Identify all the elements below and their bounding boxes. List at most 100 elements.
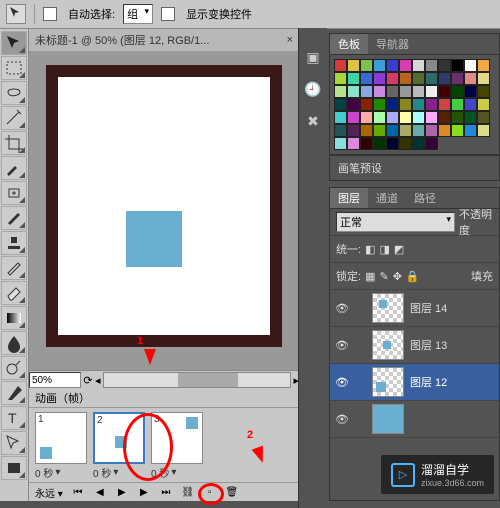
swatch[interactable] (334, 72, 347, 85)
move-tool[interactable] (1, 31, 27, 55)
next-frame-icon[interactable]: ▶ (137, 485, 151, 499)
tab-channels[interactable]: 通道 (368, 188, 406, 208)
unify-icon-3[interactable]: ◩ (394, 243, 404, 256)
swatch[interactable] (412, 124, 425, 137)
blend-mode-dropdown[interactable]: 正常 (336, 212, 455, 232)
gradient-tool[interactable] (1, 306, 27, 330)
type-tool[interactable]: T (1, 406, 27, 430)
auto-select-dropdown[interactable]: 组 (123, 4, 153, 24)
swatch[interactable] (412, 98, 425, 111)
frame-time[interactable]: 0 秒 (35, 465, 87, 480)
swatch[interactable] (438, 111, 451, 124)
swatch[interactable] (425, 124, 438, 137)
swatch[interactable] (477, 124, 490, 137)
unify-icon-2[interactable]: ◨ (379, 243, 389, 256)
unify-icon-1[interactable]: ◧ (365, 243, 375, 256)
swatch[interactable] (477, 111, 490, 124)
swatch[interactable] (386, 111, 399, 124)
swatch[interactable] (425, 137, 438, 150)
swatch[interactable] (464, 98, 477, 111)
swatch[interactable] (451, 85, 464, 98)
swatch[interactable] (373, 72, 386, 85)
tween-icon[interactable]: ⛓ (181, 485, 195, 499)
stamp-tool[interactable] (1, 231, 27, 255)
swatch[interactable] (360, 72, 373, 85)
marquee-tool[interactable] (1, 56, 27, 80)
swatch[interactable] (386, 98, 399, 111)
swatch[interactable] (373, 98, 386, 111)
crop-tool[interactable] (1, 131, 27, 155)
lock-trans-icon[interactable]: ▦ (365, 270, 375, 283)
swatch[interactable] (386, 124, 399, 137)
swatch[interactable] (373, 111, 386, 124)
swatch[interactable] (373, 137, 386, 150)
pen-tool[interactable] (1, 381, 27, 405)
doc-tab-title[interactable]: 未标题-1 @ 50% (图层 12, RGB/1... (35, 32, 209, 48)
play-icon[interactable]: ▶ (115, 485, 129, 499)
wand-tool[interactable] (1, 106, 27, 130)
layer-row[interactable]: 👁图层 14 (330, 290, 499, 327)
lock-all-icon[interactable]: 🔒 (406, 270, 420, 283)
swatch[interactable] (347, 98, 360, 111)
swatch[interactable] (399, 85, 412, 98)
swatch[interactable] (412, 59, 425, 72)
auto-select-checkbox[interactable] (43, 7, 57, 21)
swatch[interactable] (399, 137, 412, 150)
swatch[interactable] (464, 59, 477, 72)
swatch[interactable] (334, 59, 347, 72)
swatch[interactable] (477, 72, 490, 85)
canvas-area[interactable] (29, 51, 299, 370)
swatch[interactable] (451, 124, 464, 137)
zoom-handle-icon[interactable]: ⟳ (81, 374, 95, 387)
swatch[interactable] (373, 124, 386, 137)
doc-close-icon[interactable]: × (287, 34, 293, 46)
swatch[interactable] (425, 59, 438, 72)
scroll-left-icon[interactable]: ◂ (95, 374, 101, 387)
lock-paint-icon[interactable]: ✎ (379, 270, 388, 283)
layer-row[interactable]: 👁图层 12 (330, 364, 499, 401)
tab-layers[interactable]: 图层 (330, 188, 368, 208)
swatch[interactable] (464, 72, 477, 85)
layer-thumb[interactable] (372, 367, 404, 397)
swatch[interactable] (438, 98, 451, 111)
swatch[interactable] (451, 72, 464, 85)
swatch[interactable] (425, 111, 438, 124)
prev-frame-icon[interactable]: ◀ (93, 485, 107, 499)
swatch[interactable] (477, 98, 490, 111)
show-transform-checkbox[interactable] (161, 7, 175, 21)
swatch[interactable] (425, 72, 438, 85)
swatch[interactable] (334, 85, 347, 98)
swatch[interactable] (360, 137, 373, 150)
swatch[interactable] (425, 85, 438, 98)
swatch[interactable] (334, 137, 347, 150)
path-tool[interactable] (1, 431, 27, 455)
tab-paths[interactable]: 路径 (406, 188, 444, 208)
visibility-icon[interactable]: 👁 (334, 411, 350, 427)
tab-swatches[interactable]: 色板 (330, 34, 368, 54)
layer-thumb[interactable] (372, 404, 404, 434)
swatch[interactable] (425, 98, 438, 111)
move-tool-icon[interactable] (6, 4, 26, 24)
blur-tool[interactable] (1, 331, 27, 355)
delete-frame-icon[interactable]: 🗑 (225, 485, 239, 499)
swatch[interactable] (347, 85, 360, 98)
swatch[interactable] (373, 59, 386, 72)
swatch[interactable] (373, 85, 386, 98)
swatch[interactable] (360, 111, 373, 124)
layer-thumb[interactable] (372, 293, 404, 323)
history-brush-tool[interactable] (1, 256, 27, 280)
heal-tool[interactable] (1, 181, 27, 205)
swatch[interactable] (347, 59, 360, 72)
swatch[interactable] (334, 98, 347, 111)
swatch[interactable] (477, 85, 490, 98)
swatch[interactable] (386, 59, 399, 72)
h-scrollbar[interactable] (103, 372, 292, 388)
swatch[interactable] (347, 111, 360, 124)
swatch[interactable] (360, 98, 373, 111)
swatch[interactable] (399, 59, 412, 72)
first-frame-icon[interactable]: ⏮ (71, 485, 85, 499)
swatch[interactable] (360, 85, 373, 98)
swatch[interactable] (464, 85, 477, 98)
swatch[interactable] (360, 124, 373, 137)
swatch[interactable] (451, 59, 464, 72)
